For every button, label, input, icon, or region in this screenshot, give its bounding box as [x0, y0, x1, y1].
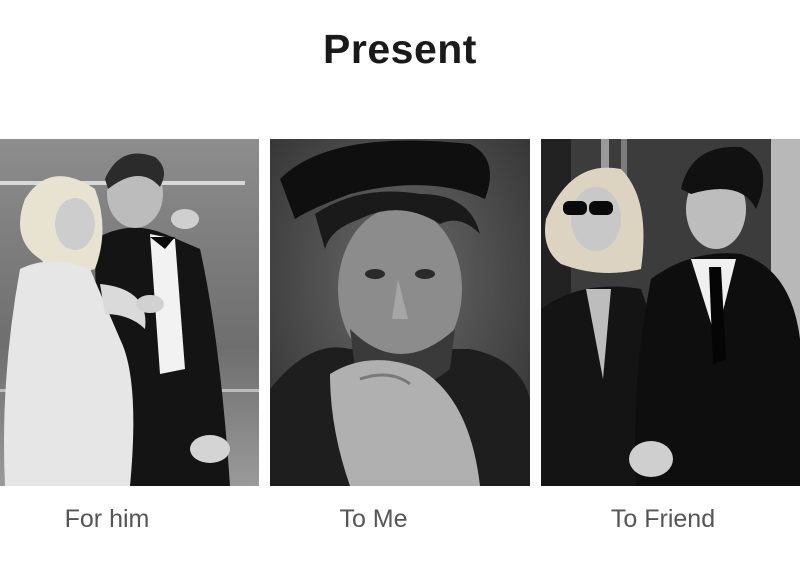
couple-sunglasses-image: [541, 139, 800, 486]
couple-sunglasses-photo[interactable]: [541, 139, 800, 486]
page-title: Present: [323, 26, 477, 72]
man-portrait-photo[interactable]: [270, 139, 530, 486]
caption-to-me[interactable]: To Me: [270, 505, 477, 534]
man-portrait-image: [270, 139, 530, 486]
couple-tuxedo-photo[interactable]: [0, 139, 259, 486]
caption-for-him[interactable]: For him: [0, 505, 214, 534]
couple-tuxedo-image: [0, 139, 259, 486]
caption-to-friend[interactable]: To Friend: [541, 505, 785, 534]
